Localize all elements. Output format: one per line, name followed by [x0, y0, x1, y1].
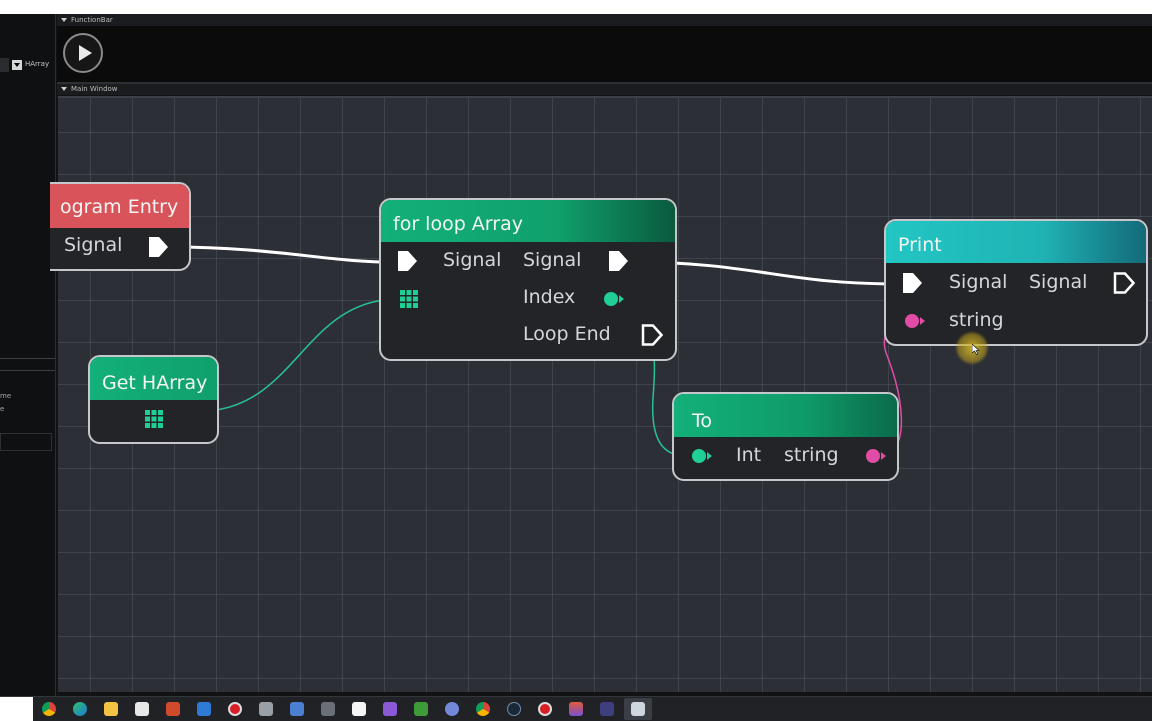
- function-bar-title[interactable]: FunctionBar: [57, 14, 1152, 26]
- signal-out-label: Signal: [523, 249, 582, 271]
- app-icon-3[interactable]: [569, 702, 583, 716]
- signal-out-label: Signal: [64, 234, 123, 256]
- store-icon[interactable]: [135, 702, 149, 716]
- left-box[interactable]: [0, 433, 52, 451]
- node-title: Get HArray: [90, 357, 217, 400]
- function-bar-label: FunctionBar: [71, 16, 113, 24]
- left-divider-2: [0, 370, 55, 371]
- main-window-title[interactable]: Main Window: [57, 84, 1152, 95]
- node-for-loop-array[interactable]: for loop Array Signal Signal Index Loop …: [379, 198, 677, 361]
- string-in-label: string: [949, 309, 1004, 331]
- collapse-arrow-icon[interactable]: [61, 87, 67, 91]
- node-title: for loop Array: [381, 200, 675, 242]
- terminal-icon[interactable]: [600, 702, 614, 716]
- exec-loop-end-pin-icon[interactable]: [641, 324, 663, 346]
- exec-wire-entry-to-loop: [169, 245, 381, 264]
- record-icon[interactable]: [228, 702, 242, 716]
- node-get-harray[interactable]: Get HArray: [88, 355, 219, 444]
- start-button[interactable]: [0, 697, 33, 721]
- node-title: To: [674, 394, 897, 437]
- exec-out-pin-icon[interactable]: [1113, 272, 1135, 294]
- people-icon[interactable]: [290, 702, 304, 716]
- play-button[interactable]: [63, 33, 103, 73]
- file-explorer-icon[interactable]: [104, 702, 118, 716]
- exec-out-pin-icon[interactable]: [607, 250, 629, 272]
- obs-icon[interactable]: [538, 702, 552, 716]
- left-panel: HArray me e: [0, 14, 56, 696]
- left-divider: [0, 358, 55, 359]
- top-strip: [0, 0, 1152, 14]
- dropdown-arrow-icon[interactable]: [12, 60, 22, 70]
- node-program-entry[interactable]: ogram Entry Signal: [50, 182, 191, 271]
- app-icon[interactable]: [166, 702, 180, 716]
- main-window-label: Main Window: [71, 85, 118, 93]
- array-pin-icon[interactable]: [145, 410, 163, 428]
- index-label: Index: [523, 286, 576, 308]
- app-icon-2[interactable]: [259, 702, 273, 716]
- notepad-icon[interactable]: [352, 702, 366, 716]
- string-out-pin-icon[interactable]: [865, 448, 887, 464]
- loop-end-label: Loop End: [523, 323, 611, 345]
- visual-studio-icon[interactable]: [383, 702, 397, 716]
- collapse-arrow-icon[interactable]: [61, 18, 67, 22]
- exec-out-pin-icon[interactable]: [147, 236, 169, 258]
- left-text-1: me: [0, 392, 12, 400]
- node-graph-canvas[interactable]: [58, 96, 1152, 692]
- signal-in-label: Signal: [443, 249, 502, 271]
- int-in-pin-icon[interactable]: [691, 448, 713, 464]
- array-pin-icon[interactable]: [400, 290, 418, 308]
- string-out-label: string: [784, 444, 839, 466]
- edge-icon[interactable]: [73, 702, 87, 716]
- left-text-2: e: [0, 405, 5, 413]
- dropdown-value[interactable]: HArray: [25, 60, 49, 68]
- window-icon[interactable]: [631, 702, 645, 716]
- signal-in-label: Signal: [949, 271, 1008, 293]
- string-in-pin-icon[interactable]: [904, 313, 926, 329]
- function-bar: [57, 26, 1152, 82]
- signal-out-label: Signal: [1029, 271, 1088, 293]
- int-label: Int: [736, 444, 762, 466]
- wires: [169, 245, 909, 457]
- node-print[interactable]: Print Signal Signal string: [884, 219, 1148, 346]
- node-title: ogram Entry: [50, 184, 189, 228]
- left-input-field[interactable]: [0, 58, 9, 72]
- chrome-icon-2[interactable]: [476, 702, 490, 716]
- taskbar: [0, 696, 1152, 721]
- int-out-pin-icon[interactable]: [603, 291, 625, 307]
- node-to[interactable]: To Int string: [672, 392, 899, 481]
- mouse-cursor-icon: [972, 344, 980, 355]
- node-title: Print: [886, 221, 1146, 263]
- discord-icon[interactable]: [445, 702, 459, 716]
- exec-in-pin-icon[interactable]: [396, 250, 418, 272]
- mail-icon[interactable]: [197, 702, 211, 716]
- chrome-icon[interactable]: [42, 702, 56, 716]
- minecraft-icon[interactable]: [414, 702, 428, 716]
- exec-in-pin-icon[interactable]: [901, 272, 923, 294]
- steam-icon[interactable]: [507, 702, 521, 716]
- array-wire: [215, 298, 401, 411]
- calculator-icon[interactable]: [321, 702, 335, 716]
